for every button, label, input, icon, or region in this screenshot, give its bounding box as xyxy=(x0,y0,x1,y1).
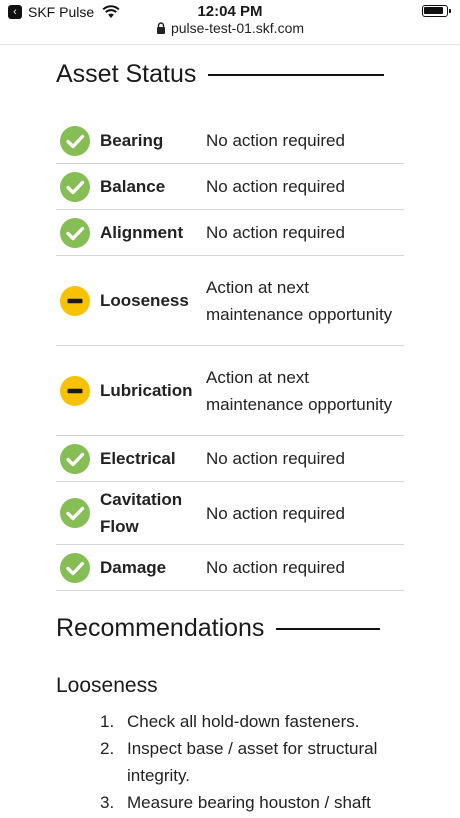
checkmark-circle-icon xyxy=(60,217,90,248)
checkmark-circle-icon xyxy=(60,552,90,583)
checkmark-circle-icon xyxy=(60,171,90,202)
status-value: Action at next maintenance opportunity xyxy=(206,367,393,414)
status-row-electrical: Electrical No action required xyxy=(56,436,404,482)
minus-circle-icon xyxy=(60,375,90,406)
status-name: Bearing xyxy=(100,131,164,150)
list-text: Check all hold-down fasteners. xyxy=(127,712,360,731)
status-bar: ‹ SKF Pulse 12:04 PM xyxy=(0,0,460,22)
recommendations-title: Recommendations xyxy=(56,614,265,642)
status-value: No action required xyxy=(206,223,345,242)
status-name: Balance xyxy=(100,177,166,196)
battery-icon xyxy=(422,5,451,17)
status-value: Action at next maintenance opportunity xyxy=(206,277,393,324)
status-name: Electrical xyxy=(100,449,176,468)
status-row-alignment: Alignment No action required xyxy=(56,210,404,256)
status-row-lubrication: Lubrication Action at next maintenance o… xyxy=(56,346,404,436)
status-name: Alignment xyxy=(100,223,184,242)
clock: 12:04 PM xyxy=(197,3,263,20)
checkmark-circle-icon xyxy=(60,443,90,474)
status-row-bearing: Bearing No action required xyxy=(56,118,404,164)
status-value: No action required xyxy=(206,558,345,577)
recommendation-subhead: Looseness xyxy=(56,674,158,697)
status-value: No action required xyxy=(206,177,345,196)
asset-status-title: Asset Status xyxy=(56,60,197,88)
checkmark-circle-icon xyxy=(60,498,90,528)
list-number: 3. xyxy=(100,793,115,812)
list-item: 2. Inspect base / asset for structural i… xyxy=(100,735,410,789)
status-row-cavitation-flow: Cavitation Flow No action required xyxy=(56,482,404,545)
recommendations-heading: Recommendations xyxy=(56,614,381,643)
status-value: No action required xyxy=(206,131,345,150)
asset-status-list: Bearing No action required Balance No ac… xyxy=(56,118,404,591)
status-row-looseness: Looseness Action at next maintenance opp… xyxy=(56,256,404,346)
checkmark-circle-icon xyxy=(60,125,90,156)
lock-icon xyxy=(156,22,165,34)
status-name: Damage xyxy=(100,558,167,577)
asset-status-heading: Asset Status xyxy=(56,60,385,89)
heading-rule xyxy=(208,73,385,76)
status-row-balance: Balance No action required xyxy=(56,164,404,210)
list-number: 1. xyxy=(100,712,115,731)
heading-rule xyxy=(276,627,381,630)
status-value: No action required xyxy=(206,449,345,468)
status-row-damage: Damage No action required xyxy=(56,545,404,591)
list-text: Inspect base / asset for structural inte… xyxy=(127,739,378,785)
list-text: Measure bearing houston / shaft xyxy=(127,793,371,812)
url-bar[interactable]: pulse-test-01.skf.com xyxy=(0,20,460,42)
status-value: No action required xyxy=(206,503,345,523)
status-name: Cavitation Flow xyxy=(100,490,183,536)
list-item: 1. Check all hold-down fasteners. xyxy=(100,708,410,735)
list-item: 3. Measure bearing houston / shaft xyxy=(100,789,410,816)
toolbar-divider xyxy=(0,44,460,45)
recommendation-list: 1. Check all hold-down fasteners. 2. Ins… xyxy=(100,708,410,816)
list-number: 2. xyxy=(100,739,115,758)
minus-circle-icon xyxy=(60,285,90,316)
status-name: Lubrication xyxy=(100,381,193,400)
url-text: pulse-test-01.skf.com xyxy=(170,20,305,36)
status-name: Looseness xyxy=(100,291,189,310)
